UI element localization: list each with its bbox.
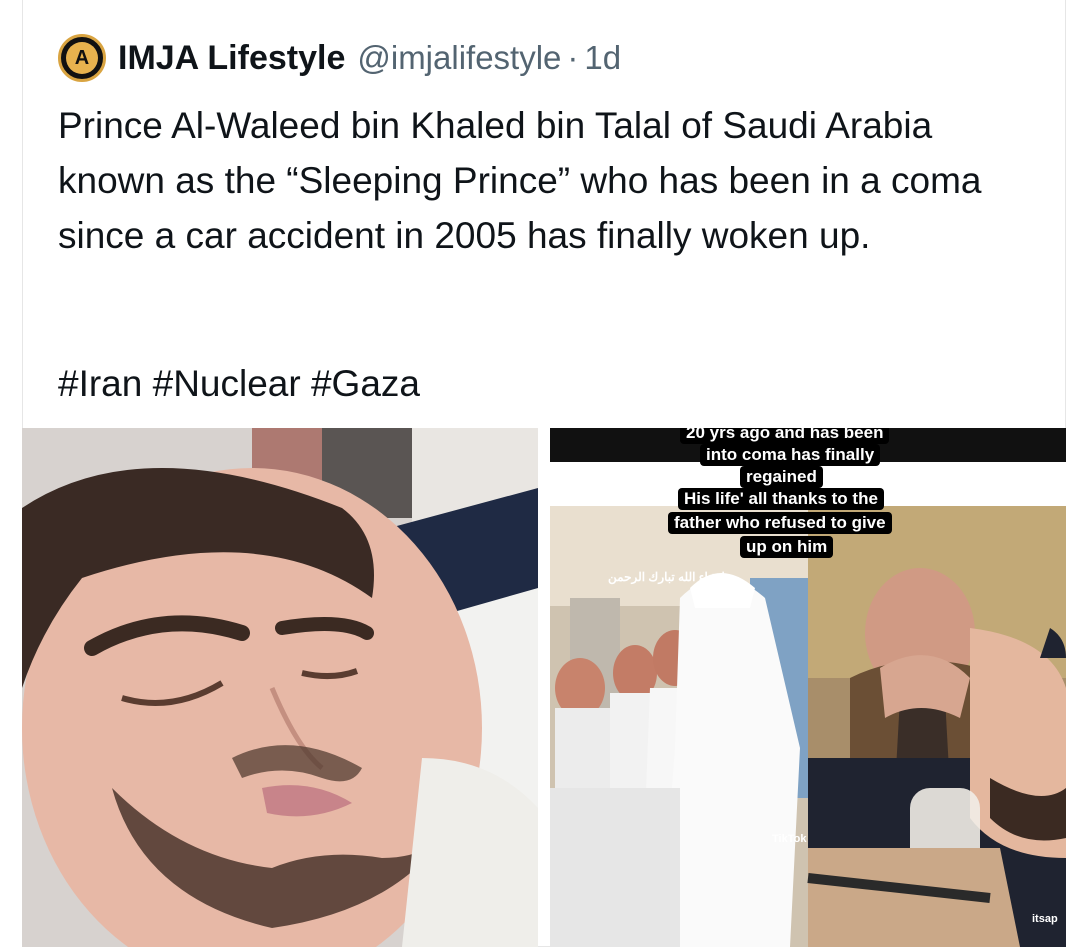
sleeping-man-photo xyxy=(22,428,538,947)
video-caption-line: up on him xyxy=(740,536,834,558)
video-caption-line: into coma has finally xyxy=(700,444,881,466)
video-caption-line: father who refused to give xyxy=(668,512,892,534)
tweet-header: A IMJA Lifestyle @imjalifestyle · 1d xyxy=(58,32,621,84)
separator-dot: · xyxy=(567,39,579,76)
media-grid: 20 yrs ago and has been into coma has fi… xyxy=(22,428,1066,947)
video-caption-line: regained xyxy=(740,466,823,488)
tiktok-watermark: TikTok xyxy=(772,833,807,845)
arabic-overlay: ما شاء الله تبارك الرحمن xyxy=(608,570,732,584)
author-name[interactable]: IMJA Lifestyle xyxy=(118,39,345,78)
author-handle[interactable]: @imjalifestyle xyxy=(357,39,561,77)
media-image-right[interactable]: 20 yrs ago and has been into coma has fi… xyxy=(550,428,1066,947)
video-caption-line: His life' all thanks to the xyxy=(678,488,884,510)
itsap-watermark: itsap xyxy=(1032,913,1058,925)
tweet-text: Prince Al-Waleed bin Khaled bin Talal of… xyxy=(58,105,982,256)
timestamp[interactable]: 1d xyxy=(584,39,621,77)
imja-logo-icon: A xyxy=(66,42,98,74)
video-caption-line: 20 yrs ago and has been xyxy=(680,428,890,444)
media-image-left[interactable] xyxy=(22,428,538,947)
tweet-hashtags[interactable]: #Iran #Nuclear #Gaza xyxy=(58,356,1048,411)
avatar[interactable]: A xyxy=(58,34,106,82)
